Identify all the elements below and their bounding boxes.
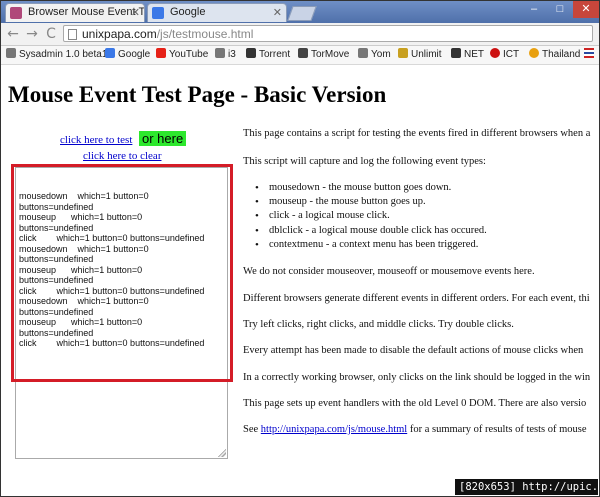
tab-title: Google — [170, 6, 206, 18]
youtube-icon — [156, 48, 166, 58]
net-icon — [451, 48, 461, 58]
tormove-icon — [298, 48, 308, 58]
bookmark-youtube[interactable]: YouTube — [156, 48, 208, 62]
tab-close-icon[interactable]: ✕ — [131, 6, 140, 19]
clear-link[interactable]: click here to clear — [83, 150, 161, 162]
event-type-list: mousedown - the mouse button goes down. … — [255, 182, 487, 253]
maximize-button[interactable]: □ — [547, 1, 573, 18]
browser-window: Browser Mouse Event Test ✕ Google ✕ – □ … — [0, 0, 600, 497]
intro-paragraph: This page contains a script for testing … — [243, 128, 591, 139]
tab-mouse-event-test[interactable]: Browser Mouse Event Test ✕ — [5, 3, 145, 22]
event-log-textarea[interactable]: mousedown which=1 button=0 buttons=undef… — [15, 167, 228, 459]
navigation-toolbar: ← → C unixpapa.com/js/testmouse.html — [1, 23, 599, 46]
page-icon — [6, 48, 16, 58]
ict-icon — [490, 48, 500, 58]
test-link[interactable]: click here to test — [60, 134, 132, 146]
close-window-button[interactable]: ✕ — [573, 1, 599, 18]
page-icon — [358, 48, 368, 58]
try-paragraph: Try left clicks, right clicks, and middl… — [243, 319, 514, 330]
thailand-icon — [529, 48, 539, 58]
bookmark-torrent[interactable]: Torrent — [246, 48, 290, 62]
event-log-text: mousedown which=1 button=0 buttons=undef… — [19, 191, 205, 348]
forward-button[interactable]: → — [24, 26, 40, 42]
torrent-icon — [246, 48, 256, 58]
defaults-paragraph: Every attempt has been made to disable t… — [243, 345, 584, 356]
bookmarks-bar: Sysadmin 1.0 beta1 Google YouTube i3 Tor… — [1, 46, 599, 65]
tab-title: Browser Mouse Event Test — [28, 6, 144, 18]
tab-close-icon[interactable]: ✕ — [273, 6, 282, 19]
correct-paragraph: In a correctly working browser, only cli… — [243, 372, 591, 383]
bookmark-tormove[interactable]: TorMove — [298, 48, 349, 62]
or-here-target[interactable]: or here — [139, 131, 187, 146]
address-bar[interactable]: unixpapa.com/js/testmouse.html — [63, 25, 593, 42]
bookmark-google[interactable]: Google — [105, 48, 150, 62]
list-item: mouseup - the mouse button goes up. — [255, 196, 487, 210]
page-content: Mouse Event Test Page - Basic Version cl… — [1, 65, 599, 496]
list-item: click - a logical mouse click. — [255, 210, 487, 224]
watermark-label: [820x653] http://upic.me/ — [455, 479, 599, 495]
summary-paragraph: See http://unixpapa.com/js/mouse.html fo… — [243, 424, 587, 435]
list-item: mousedown - the mouse button goes down. — [255, 182, 487, 196]
page-icon — [215, 48, 225, 58]
page-title: Mouse Event Test Page - Basic Version — [8, 82, 387, 107]
bookmark-thailand[interactable]: Thailand — [529, 48, 580, 62]
tab-strip: Browser Mouse Event Test ✕ Google ✕ – □ … — [1, 1, 599, 23]
minimize-button[interactable]: – — [521, 1, 547, 18]
bookmark-sysadmin[interactable]: Sysadmin 1.0 beta1 — [6, 48, 107, 62]
url-path: /js/testmouse.html — [156, 27, 254, 41]
scope-paragraph: We do not consider mouseover, mouseoff o… — [243, 266, 535, 277]
bookmark-ict[interactable]: ICT — [490, 48, 519, 62]
flag-icon — [584, 48, 594, 58]
bookmark-i3[interactable]: i3 — [215, 48, 236, 62]
resize-grip-icon[interactable] — [218, 449, 226, 457]
list-item: contextmenu - a context menu has been tr… — [255, 239, 487, 253]
new-tab-button[interactable] — [287, 6, 317, 21]
bookmark-unlimit[interactable]: Unlimit — [398, 48, 442, 62]
tab-google[interactable]: Google ✕ — [147, 3, 287, 22]
url-host: unixpapa.com — [82, 27, 157, 41]
back-button[interactable]: ← — [5, 26, 21, 42]
reload-button[interactable]: C — [43, 26, 59, 42]
summary-link[interactable]: http://unixpapa.com/js/mouse.html — [261, 424, 407, 435]
unlimit-icon — [398, 48, 408, 58]
browsers-paragraph: Different browsers generate different ev… — [243, 293, 590, 304]
page-icon — [68, 29, 77, 40]
list-item: dblclick - a logical mouse double click … — [255, 225, 487, 239]
bookmark-net[interactable]: NET — [451, 48, 484, 62]
google-icon — [105, 48, 115, 58]
bookmark-flag[interactable] — [584, 48, 597, 62]
site-favicon-icon — [10, 7, 22, 19]
capture-paragraph: This script will capture and log the fol… — [243, 156, 486, 167]
google-favicon-icon — [152, 7, 164, 19]
dom-paragraph: This page sets up event handlers with th… — [243, 398, 587, 409]
bookmark-yom[interactable]: Yom — [358, 48, 391, 62]
